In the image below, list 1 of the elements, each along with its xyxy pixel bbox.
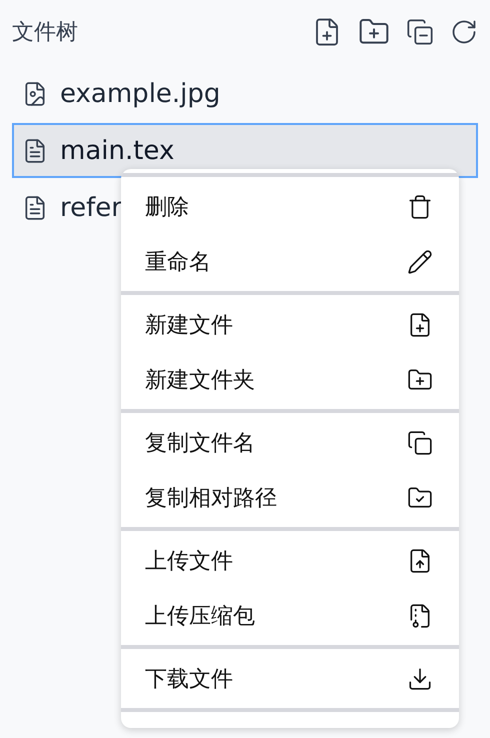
panel-title: 文件树 <box>12 19 78 47</box>
